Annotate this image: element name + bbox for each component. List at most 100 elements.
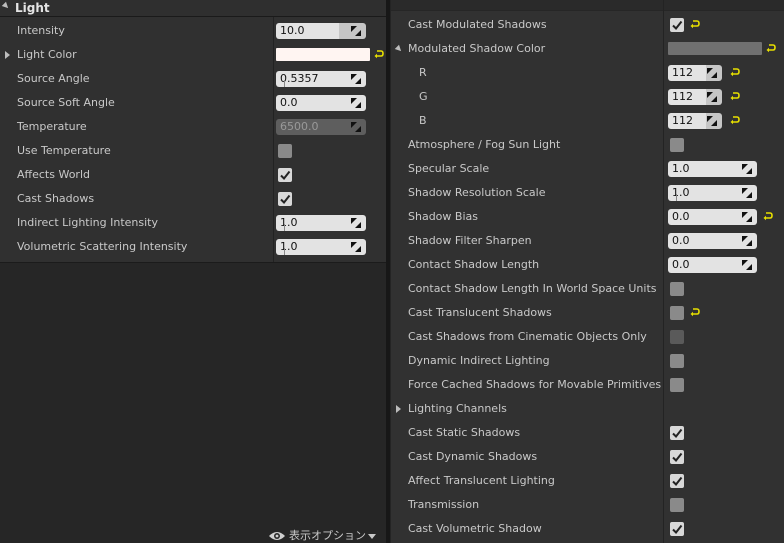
cast-dynamic-shadows-checkbox[interactable] bbox=[670, 450, 684, 464]
category-title: Light bbox=[15, 1, 50, 15]
checkmark-icon bbox=[672, 476, 683, 487]
display-options-label: 表示オプション bbox=[289, 529, 366, 542]
collapse-arrow-icon[interactable] bbox=[1, 1, 11, 11]
expand-arrow-icon[interactable] bbox=[5, 51, 10, 59]
property-row-modulated-shadow-color: Modulated Shadow Color bbox=[391, 37, 784, 61]
atmosphere-fog-sun-light-checkbox[interactable] bbox=[670, 138, 684, 152]
property-label: Temperature bbox=[17, 120, 87, 133]
property-label: Cast Shadows bbox=[17, 192, 95, 205]
specular-scale-numeric-input[interactable]: 1.0 bbox=[668, 161, 757, 177]
cast-static-shadows-checkbox[interactable] bbox=[670, 426, 684, 440]
reset-to-default-icon[interactable] bbox=[766, 43, 776, 53]
checkmark-icon bbox=[280, 170, 291, 181]
property-row-contact-shadow-length-ws: Contact Shadow Length In World Space Uni… bbox=[391, 277, 784, 301]
property-row-source-angle: Source Angle 0.5357 bbox=[0, 67, 386, 91]
property-label: Transmission bbox=[408, 498, 480, 511]
reset-to-default-icon[interactable] bbox=[730, 91, 740, 101]
property-row-cast-shadows: Cast Shadows bbox=[0, 187, 386, 211]
volumetric-scattering-intensity-numeric-input[interactable]: 1.0 bbox=[276, 239, 366, 255]
cast-shadows-cinematic-checkbox[interactable] bbox=[670, 330, 684, 344]
property-label: Specular Scale bbox=[408, 162, 490, 175]
property-label: Volumetric Scattering Intensity bbox=[17, 240, 188, 253]
top-scroll-edge bbox=[391, 0, 784, 11]
reset-to-default-icon[interactable] bbox=[374, 49, 384, 59]
b-channel-input[interactable]: 112 bbox=[668, 113, 722, 129]
cast-volumetric-shadow-checkbox[interactable] bbox=[670, 522, 684, 536]
shadow-resolution-scale-numeric-input[interactable]: 1.0 bbox=[668, 185, 757, 201]
property-label: Source Angle bbox=[17, 72, 90, 85]
dynamic-indirect-lighting-checkbox[interactable] bbox=[670, 354, 684, 368]
reset-to-default-icon[interactable] bbox=[690, 19, 700, 29]
property-row-cast-static-shadows: Cast Static Shadows bbox=[391, 421, 784, 445]
spinner-arrows-icon bbox=[707, 92, 717, 102]
affect-translucent-lighting-checkbox[interactable] bbox=[670, 474, 684, 488]
column-divider[interactable] bbox=[273, 17, 274, 262]
shadow-filter-sharpen-numeric-input[interactable]: 0.0 bbox=[668, 233, 757, 249]
property-label: Atmosphere / Fog Sun Light bbox=[408, 138, 561, 151]
temperature-numeric-input[interactable]: 6500.0 bbox=[276, 119, 366, 135]
property-row-atmosphere-fog-sun-light: Atmosphere / Fog Sun Light bbox=[391, 133, 784, 157]
slider-cursor bbox=[284, 224, 285, 231]
property-label: Source Soft Angle bbox=[17, 96, 115, 109]
shadow-bias-numeric-input[interactable]: 0.0 bbox=[668, 209, 757, 225]
property-label: Light Color bbox=[17, 48, 77, 61]
property-label: Cast Shadows from Cinematic Objects Only bbox=[408, 330, 647, 343]
property-row-lighting-channels: Lighting Channels bbox=[391, 397, 784, 421]
property-label: Intensity bbox=[17, 24, 65, 37]
use-temperature-checkbox[interactable] bbox=[278, 144, 292, 158]
right-details-panel: Cast Modulated Shadows Modulated Shadow C… bbox=[391, 0, 784, 543]
spinner-arrows-icon bbox=[351, 218, 361, 228]
cast-modulated-shadows-checkbox[interactable] bbox=[670, 18, 684, 32]
property-label: Cast Translucent Shadows bbox=[408, 306, 552, 319]
contact-shadow-length-ws-checkbox[interactable] bbox=[670, 282, 684, 296]
light-color-color-swatch[interactable] bbox=[276, 48, 370, 61]
property-row-shadow-resolution-scale: Shadow Resolution Scale 1.0 bbox=[391, 181, 784, 205]
spinner-arrows-icon bbox=[742, 164, 752, 174]
reset-to-default-icon[interactable] bbox=[730, 67, 740, 77]
light-property-rows: Intensity 10.0 Light Color Source Angle 0.53… bbox=[0, 17, 386, 263]
property-row-intensity: Intensity 10.0 bbox=[0, 19, 386, 43]
property-label: B bbox=[419, 114, 427, 127]
property-row-g: G 112 bbox=[391, 85, 784, 109]
property-label: Affects World bbox=[17, 168, 90, 181]
intensity-numeric-input[interactable]: 10.0 bbox=[276, 23, 366, 39]
affects-world-checkbox[interactable] bbox=[278, 168, 292, 182]
source-soft-angle-numeric-input[interactable]: 0.0 bbox=[276, 95, 366, 111]
property-label: Affect Translucent Lighting bbox=[408, 474, 555, 487]
cast-shadows-checkbox[interactable] bbox=[278, 192, 292, 206]
property-row-shadow-filter-sharpen: Shadow Filter Sharpen 0.0 bbox=[391, 229, 784, 253]
property-row-b: B 112 bbox=[391, 109, 784, 133]
spinner-arrows-icon bbox=[707, 68, 717, 78]
property-label: Lighting Channels bbox=[408, 402, 507, 415]
g-channel-input[interactable]: 112 bbox=[668, 89, 722, 105]
modulated-shadow-color-color-swatch[interactable] bbox=[668, 42, 762, 55]
property-row-use-temperature: Use Temperature bbox=[0, 139, 386, 163]
property-row-cast-dynamic-shadows: Cast Dynamic Shadows bbox=[391, 445, 784, 469]
input-value: 1.0 bbox=[672, 186, 690, 199]
reset-to-default-icon[interactable] bbox=[763, 211, 773, 221]
property-row-cast-translucent-shadows: Cast Translucent Shadows bbox=[391, 301, 784, 325]
property-row-force-cached-shadows: Force Cached Shadows for Movable Primiti… bbox=[391, 373, 784, 397]
property-label: Contact Shadow Length bbox=[408, 258, 540, 271]
property-label: Indirect Lighting Intensity bbox=[17, 216, 158, 229]
checkmark-icon bbox=[672, 20, 683, 31]
r-channel-input[interactable]: 112 bbox=[668, 65, 722, 81]
property-label: Dynamic Indirect Lighting bbox=[408, 354, 550, 367]
light-category-header[interactable]: Light bbox=[0, 0, 386, 17]
panel-splitter[interactable] bbox=[386, 0, 390, 543]
transmission-checkbox[interactable] bbox=[670, 498, 684, 512]
spinner-arrows-icon bbox=[351, 122, 361, 132]
collapse-arrow-icon[interactable] bbox=[394, 44, 404, 54]
reset-to-default-icon[interactable] bbox=[690, 307, 700, 317]
spinner-arrows-icon bbox=[351, 98, 361, 108]
source-angle-numeric-input[interactable]: 0.5357 bbox=[276, 71, 366, 87]
spinner-arrows-icon bbox=[742, 236, 752, 246]
contact-shadow-length-numeric-input[interactable]: 0.0 bbox=[668, 257, 757, 273]
spinner-arrows-icon bbox=[742, 188, 752, 198]
force-cached-shadows-checkbox[interactable] bbox=[670, 378, 684, 392]
property-row-contact-shadow-length: Contact Shadow Length 0.0 bbox=[391, 253, 784, 277]
indirect-lighting-intensity-numeric-input[interactable]: 1.0 bbox=[276, 215, 366, 231]
cast-translucent-shadows-checkbox[interactable] bbox=[670, 306, 684, 320]
expand-arrow-icon[interactable] bbox=[396, 405, 401, 413]
reset-to-default-icon[interactable] bbox=[730, 115, 740, 125]
